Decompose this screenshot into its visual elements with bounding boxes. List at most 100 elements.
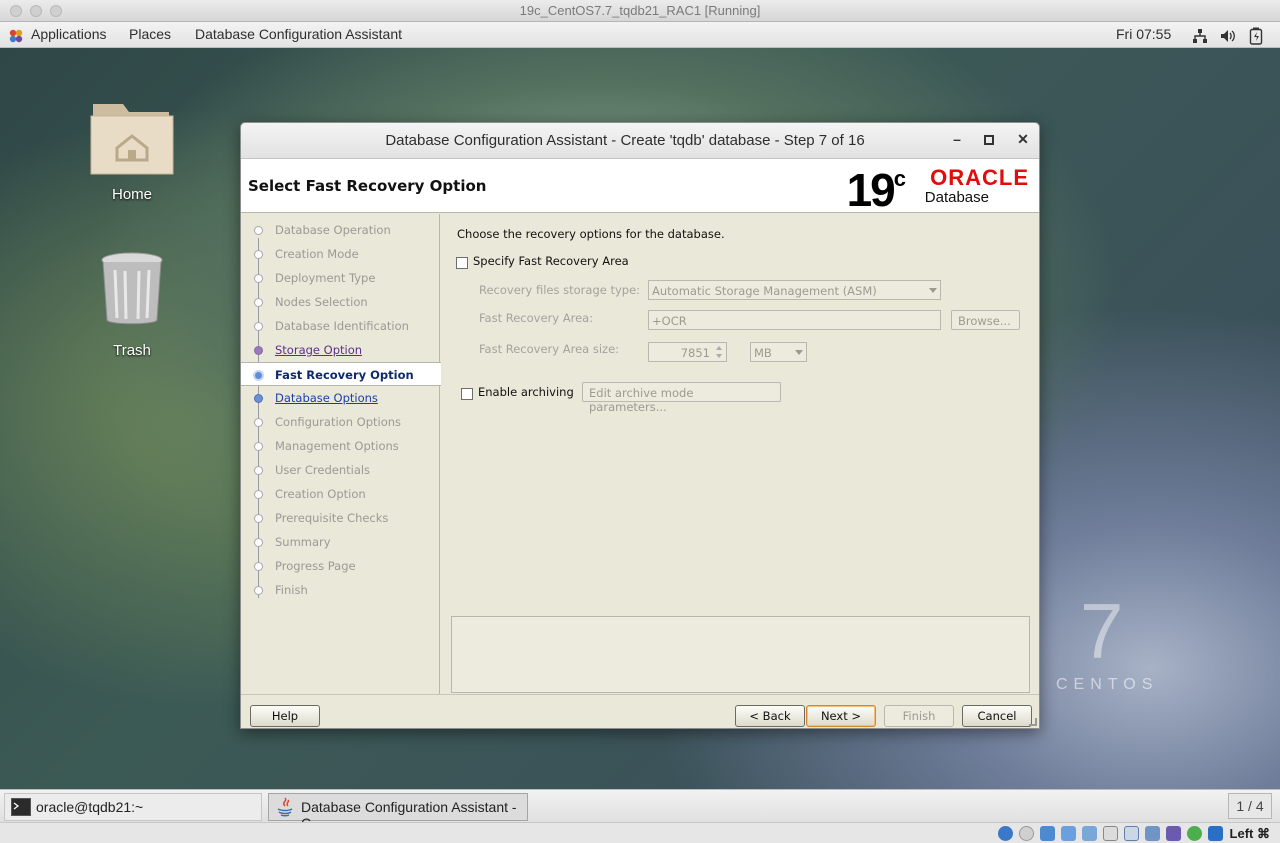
usb-icon[interactable] — [1082, 826, 1097, 841]
fra-input[interactable]: +OCR — [648, 310, 941, 330]
task-terminal[interactable]: oracle@tqdb21:~ — [4, 793, 262, 821]
help-button[interactable]: Help — [250, 705, 320, 727]
bottom-taskbar: oracle@tqdb21:~ Database Configuration A… — [0, 789, 1280, 831]
dialog-title: Database Configuration Assistant - Creat… — [385, 132, 865, 149]
network-adapter-icon[interactable] — [1061, 826, 1076, 841]
cancel-button[interactable]: Cancel — [962, 705, 1032, 727]
fra-size-unit-select[interactable]: MB — [750, 342, 807, 362]
recovery-options-panel: Choose the recovery options for the data… — [441, 214, 1039, 694]
step-database-options[interactable]: Database Options — [241, 386, 440, 410]
desktop-icon-trash[interactable]: Trash — [77, 250, 187, 359]
storage-type-label: Recovery files storage type: — [479, 283, 641, 297]
close-button[interactable]: ✕ — [1013, 131, 1033, 151]
step-indicator-icon — [254, 226, 263, 235]
display-icon[interactable] — [1124, 826, 1139, 841]
message-area — [451, 616, 1030, 693]
keyboard-capture-icon[interactable] — [1208, 826, 1223, 841]
step-configuration-options: Configuration Options — [241, 410, 440, 434]
step-label: Configuration Options — [275, 415, 402, 429]
storage-type-select[interactable]: Automatic Storage Management (ASM) — [648, 280, 941, 300]
maximize-icon — [984, 135, 994, 145]
step-indicator-icon — [254, 490, 263, 499]
fra-size-label: Fast Recovery Area size: — [479, 342, 620, 356]
step-progress-page: Progress Page — [241, 554, 440, 578]
step-indicator-icon — [254, 346, 263, 355]
step-indicator-icon — [254, 586, 263, 595]
storage-type-value: Automatic Storage Management (ASM) — [652, 284, 877, 298]
step-database-operation: Database Operation — [241, 218, 440, 242]
oracle-version-suffix: c — [893, 165, 906, 191]
battery-icon[interactable] — [1249, 27, 1263, 45]
task-dbca[interactable]: Database Configuration Assistant - C... — [268, 793, 528, 831]
audio-icon[interactable] — [1040, 826, 1055, 841]
dbca-dialog: Database Configuration Assistant - Creat… — [240, 122, 1040, 729]
step-indicator-icon — [254, 562, 263, 571]
clock[interactable]: Fri 07:55 — [1116, 26, 1171, 42]
edit-archive-params-button[interactable]: Edit archive mode parameters... — [582, 382, 781, 414]
hard-disk-icon[interactable] — [998, 826, 1013, 841]
step-summary: Summary — [241, 530, 440, 554]
finish-button[interactable]: Finish — [884, 705, 954, 727]
step-creation-mode: Creation Mode — [241, 242, 440, 266]
places-menu[interactable]: Places — [129, 26, 171, 42]
step-user-credentials: User Credentials — [241, 458, 440, 482]
chevron-down-icon — [929, 288, 937, 293]
desktop-icon-label: Trash — [113, 342, 151, 359]
step-label: Prerequisite Checks — [275, 511, 389, 525]
centos-logo-text: CENTOS — [1056, 676, 1159, 693]
shared-folders-icon[interactable] — [1103, 826, 1118, 841]
step-indicator-icon — [254, 322, 263, 331]
step-indicator-icon — [254, 394, 263, 403]
step-label: Progress Page — [275, 559, 356, 573]
host-key-indicator[interactable]: Left ⌘ — [1230, 826, 1270, 842]
chevron-down-icon — [795, 350, 803, 355]
enable-archiving-checkbox[interactable] — [461, 388, 473, 400]
step-database-identification: Database Identification — [241, 314, 440, 338]
spinner-arrows-icon[interactable] — [714, 344, 724, 360]
specify-fra-label[interactable]: Specify Fast Recovery Area — [473, 254, 629, 268]
dialog-footer: Help < Back Next > Finish Cancel — [241, 694, 1039, 728]
oracle-logo: 19c ORACLE Database — [829, 164, 1029, 216]
vm-window-titlebar: 19c_CentOS7.7_tqdb21_RAC1 [Running] — [0, 0, 1280, 22]
step-indicator-icon — [254, 418, 263, 427]
dialog-titlebar[interactable]: Database Configuration Assistant - Creat… — [241, 123, 1039, 159]
desktop-icon-home[interactable]: Home — [77, 96, 187, 203]
minimize-button[interactable]: – — [947, 131, 967, 151]
resize-grip[interactable] — [1029, 718, 1037, 726]
virtualization-icon[interactable] — [1166, 826, 1181, 841]
network-icon[interactable] — [1192, 28, 1208, 44]
browse-button[interactable]: Browse... — [951, 310, 1020, 330]
optical-drive-icon[interactable] — [1019, 826, 1034, 841]
applications-menu[interactable]: Applications — [31, 26, 107, 42]
enable-archiving-label[interactable]: Enable archiving — [478, 385, 574, 399]
step-label: Fast Recovery Option — [275, 368, 414, 382]
workspace-switcher[interactable]: 1 / 4 — [1228, 793, 1272, 819]
home-folder-icon — [90, 104, 174, 175]
oracle-version: 19c — [846, 163, 906, 217]
fra-label: Fast Recovery Area: — [479, 311, 594, 325]
step-fast-recovery-option[interactable]: Fast Recovery Option — [241, 362, 441, 386]
page-title: Select Fast Recovery Option — [248, 177, 487, 195]
step-indicator-icon — [254, 298, 263, 307]
oracle-version-number: 19 — [846, 164, 896, 216]
oracle-wordmark: ORACLE — [930, 165, 1029, 190]
active-app-menu[interactable]: Database Configuration Assistant — [195, 26, 402, 42]
specify-fra-checkbox[interactable] — [456, 257, 468, 269]
step-prerequisite-checks: Prerequisite Checks — [241, 506, 440, 530]
step-creation-option: Creation Option — [241, 482, 440, 506]
step-deployment-type: Deployment Type — [241, 266, 440, 290]
video-capture-icon[interactable] — [1145, 826, 1160, 841]
back-button[interactable]: < Back — [735, 705, 805, 727]
volume-icon[interactable] — [1220, 28, 1236, 44]
step-label: Summary — [275, 535, 331, 549]
fra-size-spinner[interactable]: 7851 — [648, 342, 727, 362]
oracle-product: Database — [924, 189, 989, 206]
step-storage-option[interactable]: Storage Option — [241, 338, 440, 362]
maximize-button[interactable] — [979, 131, 999, 151]
trash-icon — [101, 252, 163, 325]
fra-size-unit-value: MB — [754, 346, 772, 360]
next-button[interactable]: Next > — [806, 705, 876, 727]
fra-size-value: 7851 — [680, 346, 710, 360]
step-nodes-selection: Nodes Selection — [241, 290, 440, 314]
mouse-integration-icon[interactable] — [1187, 826, 1202, 841]
